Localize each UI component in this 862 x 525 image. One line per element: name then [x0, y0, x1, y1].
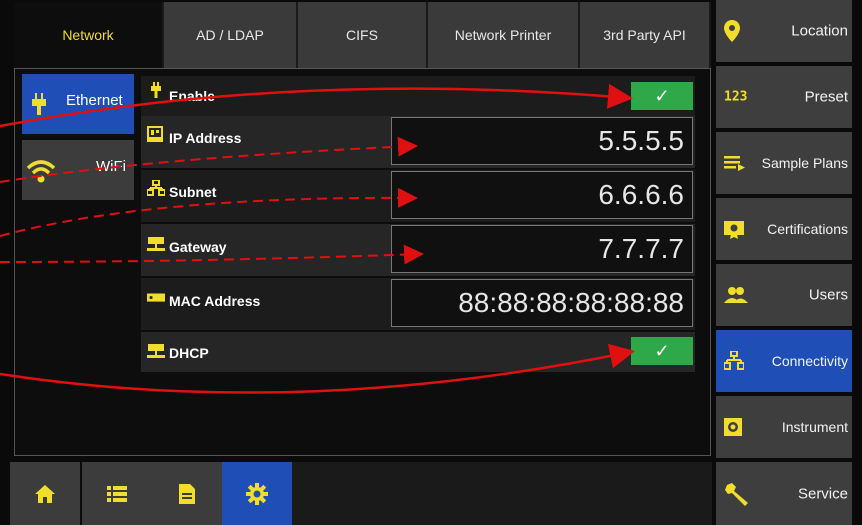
- home-icon: [35, 484, 55, 503]
- subnet-row: Subnet 6.6.6.6: [141, 170, 695, 222]
- nav-certifications[interactable]: Certifications: [716, 198, 852, 260]
- instrument-gear-icon: [724, 418, 742, 436]
- sidebar-item-label: WiFi: [96, 158, 126, 175]
- users-icon: [724, 287, 748, 303]
- mac-address-row: MAC Address 88:88:88:88:88:88: [141, 278, 695, 330]
- ip-address-field[interactable]: 5.5.5.5: [391, 117, 693, 165]
- gateway-row: Gateway 7.7.7.7: [141, 224, 695, 276]
- settings-gear-icon: [246, 482, 268, 505]
- bottom-bar-fill: [292, 462, 712, 525]
- home-button[interactable]: [10, 462, 80, 525]
- network-icon: [724, 351, 744, 370]
- gateway-field[interactable]: 7.7.7.7: [391, 225, 693, 273]
- enable-label: Enable: [169, 88, 215, 104]
- ethernet-plug-icon: [32, 93, 46, 115]
- sidebar-item-ethernet[interactable]: Ethernet: [22, 74, 134, 134]
- wifi-icon: [26, 160, 56, 183]
- subnet-field[interactable]: 6.6.6.6: [391, 171, 693, 219]
- mac-icon: [147, 293, 165, 302]
- nav-users[interactable]: Users: [716, 264, 852, 326]
- nav-label: Location: [791, 22, 848, 40]
- nav-label: Certifications: [767, 221, 848, 237]
- subnet-label: Subnet: [169, 184, 217, 200]
- list-icon: [107, 485, 127, 502]
- tab-network[interactable]: Network: [14, 2, 164, 68]
- mac-address-label: MAC Address: [169, 293, 261, 309]
- sample-plans-icon: [724, 156, 745, 171]
- list-button[interactable]: [82, 462, 152, 525]
- nav-service[interactable]: Service: [716, 462, 852, 525]
- tab-cifs[interactable]: CIFS: [298, 2, 428, 68]
- device-screen: Network AD / LDAP CIFS Network Printer 3…: [0, 0, 862, 525]
- gateway-icon: [147, 237, 165, 251]
- plug-icon: [151, 82, 161, 98]
- tab-label: Network: [62, 27, 114, 43]
- nav-instrument[interactable]: Instrument: [716, 396, 852, 458]
- tab-label: CIFS: [346, 27, 378, 43]
- sidebar-item-wifi[interactable]: WiFi: [22, 140, 134, 200]
- ip-icon: [147, 126, 163, 142]
- enable-row: Enable ✓: [141, 76, 695, 116]
- ip-address-row: IP Address 5.5.5.5: [141, 116, 695, 168]
- document-button[interactable]: [152, 462, 222, 525]
- tab-label: 3rd Party API: [603, 27, 686, 43]
- nav-label: Preset: [804, 88, 848, 106]
- nav-connectivity[interactable]: Connectivity: [716, 330, 852, 392]
- enable-checkbox[interactable]: ✓: [631, 82, 693, 110]
- document-icon: [179, 483, 195, 504]
- tab-3rd-party-api[interactable]: 3rd Party API: [580, 2, 711, 68]
- subnet-icon: [147, 180, 165, 196]
- nav-location[interactable]: Location: [716, 0, 852, 62]
- dhcp-icon: [147, 344, 165, 358]
- mac-address-field: 88:88:88:88:88:88: [391, 279, 693, 327]
- wrench-icon: [725, 482, 748, 506]
- tab-ad-ldap[interactable]: AD / LDAP: [164, 2, 298, 68]
- sidebar-item-label: Ethernet: [66, 92, 123, 109]
- dhcp-label: DHCP: [169, 345, 209, 361]
- nav-label: Users: [808, 286, 848, 304]
- nav-label: Instrument: [781, 419, 848, 435]
- location-pin-icon: [724, 20, 740, 42]
- certificate-icon: [724, 221, 744, 239]
- tab-label: Network Printer: [454, 27, 552, 43]
- preset-123-icon: 123: [724, 89, 748, 105]
- nav-sample-plans[interactable]: Sample Plans: [716, 132, 852, 194]
- dhcp-row: DHCP ✓: [141, 332, 695, 372]
- tab-label: AD / LDAP: [196, 27, 264, 43]
- nav-label: Service: [797, 485, 848, 502]
- ip-address-label: IP Address: [169, 130, 242, 146]
- nav-preset[interactable]: 123 Preset: [716, 66, 852, 128]
- gateway-label: Gateway: [169, 239, 227, 255]
- nav-label: Connectivity: [771, 353, 848, 369]
- tab-network-printer[interactable]: Network Printer: [428, 2, 580, 68]
- settings-button[interactable]: [222, 462, 292, 525]
- nav-label: Sample Plans: [761, 155, 848, 171]
- dhcp-checkbox[interactable]: ✓: [631, 337, 693, 365]
